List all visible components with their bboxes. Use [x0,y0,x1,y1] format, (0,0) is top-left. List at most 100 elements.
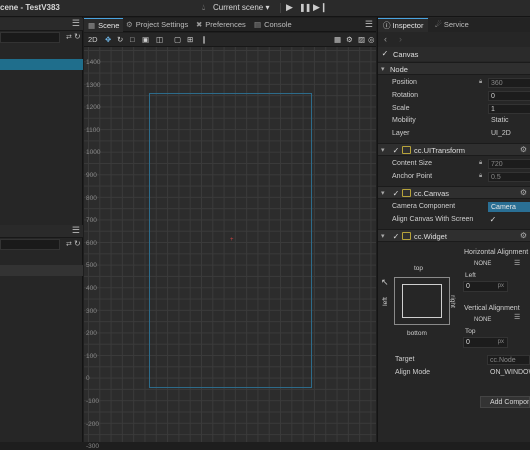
canvas-icon [402,189,411,197]
wrench-icon: ✖ [196,20,203,29]
align-mode-select[interactable]: ON_WINDOW [490,368,530,378]
layer-select[interactable]: UI_2D [491,129,511,139]
align-top-icon[interactable]: ☰ [514,313,520,321]
lock-icon[interactable]: 🔒︎ [479,79,482,86]
node-active-checkbox[interactable]: ✓ [381,50,389,58]
uitransform-section-header[interactable]: ▾ ✓ cc.UITransform ⚙ [378,143,530,156]
tab-preferences[interactable]: ✖ Preferences [192,18,250,32]
forward-icon[interactable]: › [399,34,402,44]
gear-icon[interactable]: ⚙ [520,188,527,197]
mode-2d-button[interactable]: 2D [88,35,98,45]
ruler-label: 1100 [86,126,100,134]
top-label: Top [465,328,476,335]
tab-inspector[interactable]: ⓘ Inspector [378,18,429,32]
divider [280,3,281,13]
top-field[interactable]: 0 px [463,337,508,348]
gear-icon[interactable]: ⚙ [520,145,527,154]
camera-component-field[interactable]: Camera [488,202,530,212]
menu-icon[interactable]: ☰ [72,18,80,29]
tab-service[interactable]: ☄ Service [430,18,474,32]
rect-tool-icon[interactable]: ▣ [142,35,149,45]
pause-icon[interactable]: ❚❚ [299,3,311,12]
box-top-label: top [414,265,424,272]
ruler-label: 1200 [86,104,101,112]
rotate-tool-icon[interactable]: ↻ [117,35,123,45]
gizmo-icon[interactable]: ◎ [368,35,375,45]
mobility-label: Mobility [392,117,416,124]
hierarchy-search-input[interactable] [0,32,60,43]
hierarchy-toolbar: ⇄ ↻ [0,32,83,44]
list-icon[interactable]: ⇄ [66,33,72,41]
layer-label: Layer [392,130,410,137]
left-value: 0 [466,283,470,290]
ruler-label: 1000 [86,149,101,157]
pivot-icon[interactable]: ∥ [202,35,206,45]
step-icon[interactable]: ▶❙ [313,2,327,13]
position-field[interactable]: 360 [488,78,530,88]
scale-field[interactable]: 1 [488,104,530,114]
component-enabled-checkbox[interactable]: ✓ [392,147,400,155]
lock-icon[interactable]: 🔒︎ [479,173,482,180]
gear-icon: ⚙ [126,20,133,29]
align-left-icon[interactable]: ☰ [514,259,520,267]
anchor-icon[interactable]: ⊞ [187,35,193,45]
camera-component-label: Camera Component [392,203,456,210]
align-mode-label: Align Mode [395,369,431,376]
chevron-down-icon: ▾ [381,233,385,240]
move-tool-icon[interactable]: ✥ [105,35,111,45]
transform-tool-icon[interactable]: ◫ [156,35,163,45]
selected-node-row[interactable] [0,59,83,70]
scale-tool-icon[interactable]: □ [130,35,135,45]
node-section-header[interactable]: ▾ Node [378,62,530,75]
rotation-field[interactable]: 0 [488,91,530,101]
tab-label: Inspector [392,21,424,30]
position-label: Position [392,79,417,86]
gear-icon[interactable]: ⚙ [520,231,527,240]
widget-section-header[interactable]: ▾ ✓ cc.Widget ⚙ [378,229,530,242]
widget-inner-box[interactable] [402,284,442,318]
box-bottom-label: bottom [407,330,427,337]
settings-icon[interactable]: ⚙ [346,35,353,45]
menu-icon[interactable]: ☰ [72,225,80,236]
ruler-label: 0 [86,375,90,383]
node-name[interactable]: Canvas [393,50,418,59]
left-label: Left [465,272,476,279]
align-canvas-checkbox[interactable]: ✓ [489,216,497,224]
lock-icon[interactable]: 🔒︎ [479,160,482,167]
h-none-button[interactable]: NONE [474,259,491,269]
widget-icon [402,232,411,240]
anchor-point-field[interactable]: 0.5 [488,172,530,182]
build-drop-icon[interactable]: 💧︎ [202,3,205,13]
refresh-icon[interactable]: ↻ [74,239,81,248]
window-title: cene - TestV383 [0,3,60,12]
align-canvas-label: Align Canvas With Screen [392,216,474,223]
image-icon[interactable]: ▨ [358,35,365,45]
component-enabled-checkbox[interactable]: ✓ [392,190,400,198]
scene-select[interactable]: Current scene ▾ [213,3,270,12]
ruler-label: 500 [86,262,97,270]
add-component-button[interactable]: Add Component [480,396,530,408]
snap-icon[interactable]: ▢ [174,35,181,45]
node-name-row: ✓ Canvas [378,47,530,61]
refresh-icon[interactable]: ↻ [74,32,81,41]
content-size-field[interactable]: 720 [488,159,530,169]
tab-scene[interactable]: ▦ Scene [84,18,124,32]
tab-project-settings[interactable]: ⚙ Project Settings [122,18,192,32]
component-enabled-checkbox[interactable]: ✓ [392,233,400,241]
target-field[interactable]: cc.Node [487,355,530,365]
back-icon[interactable]: ‹ [384,34,387,44]
menu-icon[interactable]: ☰ [365,19,373,30]
tab-console[interactable]: ▤ Console [250,18,296,32]
v-none-button[interactable]: NONE [474,315,491,325]
assets-row[interactable] [0,265,83,276]
play-icon[interactable]: ▶ [286,2,293,13]
canvas-section-header[interactable]: ▾ ✓ cc.Canvas ⚙ [378,186,530,199]
grid-icon[interactable]: ▦ [334,35,341,45]
scene-view[interactable]: 1400 1300 1200 1100 1000 900 800 700 600 500 400 30… [84,47,376,450]
info-icon: ⓘ [383,21,391,30]
unit-label: px [497,339,504,345]
mobility-select[interactable]: Static [491,116,509,126]
left-field[interactable]: 0 px [463,281,508,292]
list-icon[interactable]: ⇄ [66,240,72,248]
assets-search-input[interactable] [0,239,60,250]
